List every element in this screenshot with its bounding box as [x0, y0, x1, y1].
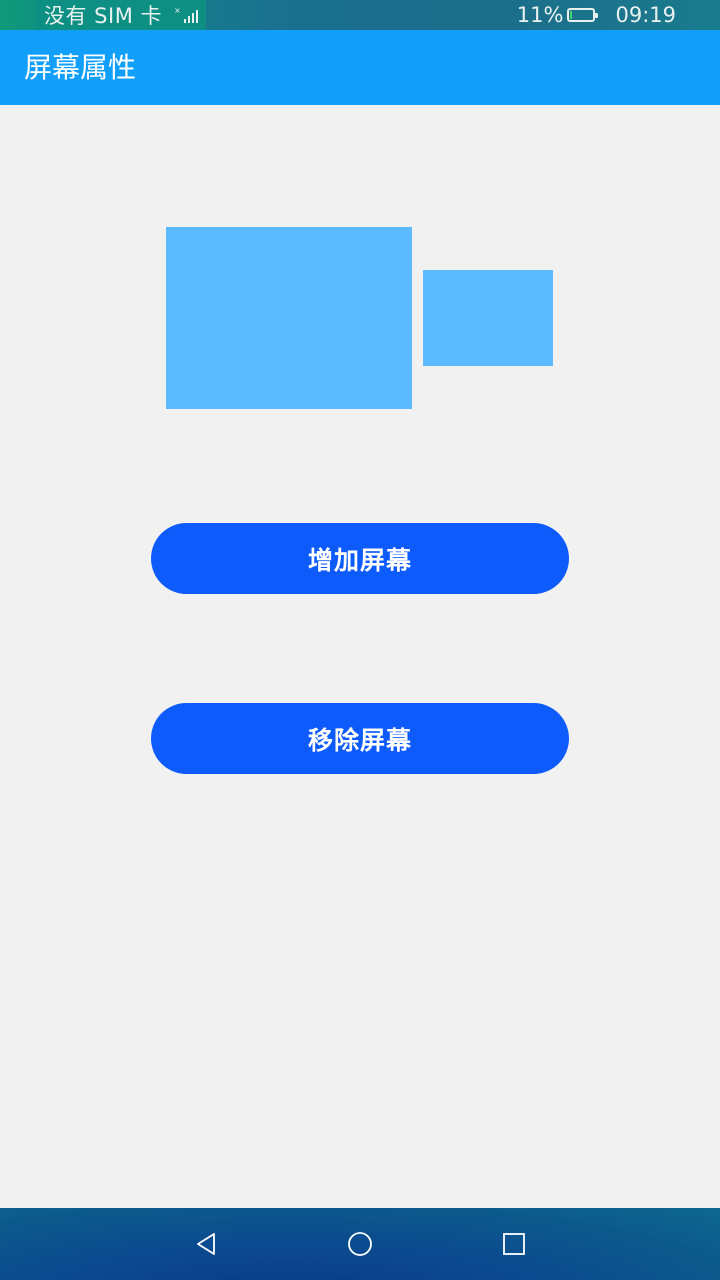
status-left: 没有 SIM 卡 ×: [36, 0, 207, 30]
back-button[interactable]: [188, 1226, 224, 1262]
carrier-text: 没有 SIM 卡: [44, 4, 162, 28]
app-bar: 屏幕属性: [0, 30, 720, 105]
triangle-back-icon: [197, 1233, 215, 1255]
remove-screen-button[interactable]: 移除屏幕: [151, 703, 569, 774]
clock: 09:19: [615, 3, 676, 27]
secondary-screen-rect: [423, 270, 553, 366]
battery-percent: 11%: [516, 3, 564, 27]
battery-fill: [570, 11, 573, 19]
status-bar: 没有 SIM 卡 × 11% 09:19: [0, 0, 720, 30]
home-button[interactable]: [342, 1226, 378, 1262]
battery-icon: [567, 8, 599, 22]
primary-screen-rect: [166, 227, 412, 409]
page-title: 屏幕属性: [24, 51, 137, 84]
add-screen-button[interactable]: 增加屏幕: [151, 523, 569, 594]
circle-home-icon: [348, 1232, 372, 1256]
signal-icon: ×: [174, 7, 199, 23]
navigation-bar: [0, 1208, 720, 1280]
recent-apps-button[interactable]: [496, 1226, 532, 1262]
status-right: 11% 09:19: [517, 0, 676, 30]
square-recent-icon: [503, 1233, 525, 1255]
